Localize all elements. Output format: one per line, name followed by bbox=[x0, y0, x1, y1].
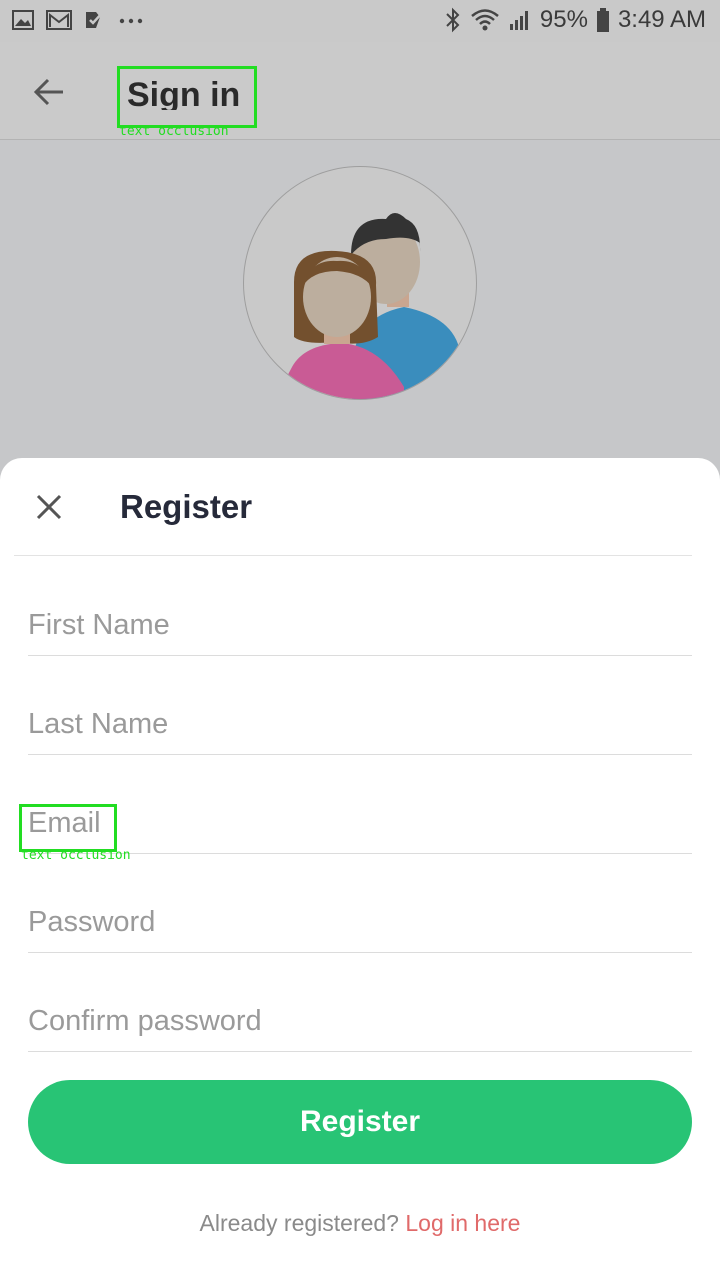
login-link[interactable]: Log in here bbox=[405, 1210, 520, 1236]
email-field[interactable] bbox=[28, 794, 692, 854]
divider bbox=[14, 555, 692, 556]
back-button[interactable] bbox=[28, 72, 70, 112]
confirm-password-field[interactable] bbox=[28, 992, 692, 1052]
signal-icon bbox=[509, 11, 528, 30]
arrow-left-icon bbox=[33, 78, 63, 106]
sheet-title: Register bbox=[120, 488, 253, 525]
last-name-field[interactable] bbox=[28, 695, 692, 755]
status-bar: 95% 3:49 AM bbox=[0, 0, 720, 42]
occlusion-box-title bbox=[117, 66, 257, 128]
battery-icon bbox=[596, 8, 609, 32]
occlusion-label-title: text occlusion bbox=[119, 124, 229, 139]
battery-percent: 95% bbox=[539, 6, 588, 33]
register-button[interactable]: Register bbox=[28, 1080, 692, 1164]
wifi-icon bbox=[471, 9, 499, 31]
password-field[interactable] bbox=[28, 893, 692, 953]
occlusion-box-email bbox=[19, 804, 117, 852]
clock: 3:49 AM bbox=[617, 6, 706, 33]
bluetooth-icon bbox=[446, 7, 460, 33]
close-icon bbox=[36, 494, 62, 520]
checklist-icon bbox=[86, 11, 104, 28]
register-sheet: Register Register Already registered? Lo… bbox=[0, 458, 720, 1280]
photo-icon bbox=[12, 10, 34, 30]
gmail-icon bbox=[46, 10, 72, 30]
avatar bbox=[243, 166, 477, 400]
login-prompt-text: Already registered? bbox=[199, 1210, 399, 1236]
system-status: 95% 3:49 AM bbox=[444, 6, 706, 34]
notification-icons bbox=[12, 9, 144, 31]
close-button[interactable] bbox=[30, 488, 68, 526]
login-prompt: Already registered? Log in here bbox=[0, 1210, 720, 1237]
more-dots-icon bbox=[119, 18, 143, 24]
app-bar: Sign in bbox=[0, 42, 720, 140]
users-illustration bbox=[275, 213, 460, 399]
first-name-field[interactable] bbox=[28, 596, 692, 656]
occlusion-label-email: text occlusion bbox=[21, 848, 131, 863]
